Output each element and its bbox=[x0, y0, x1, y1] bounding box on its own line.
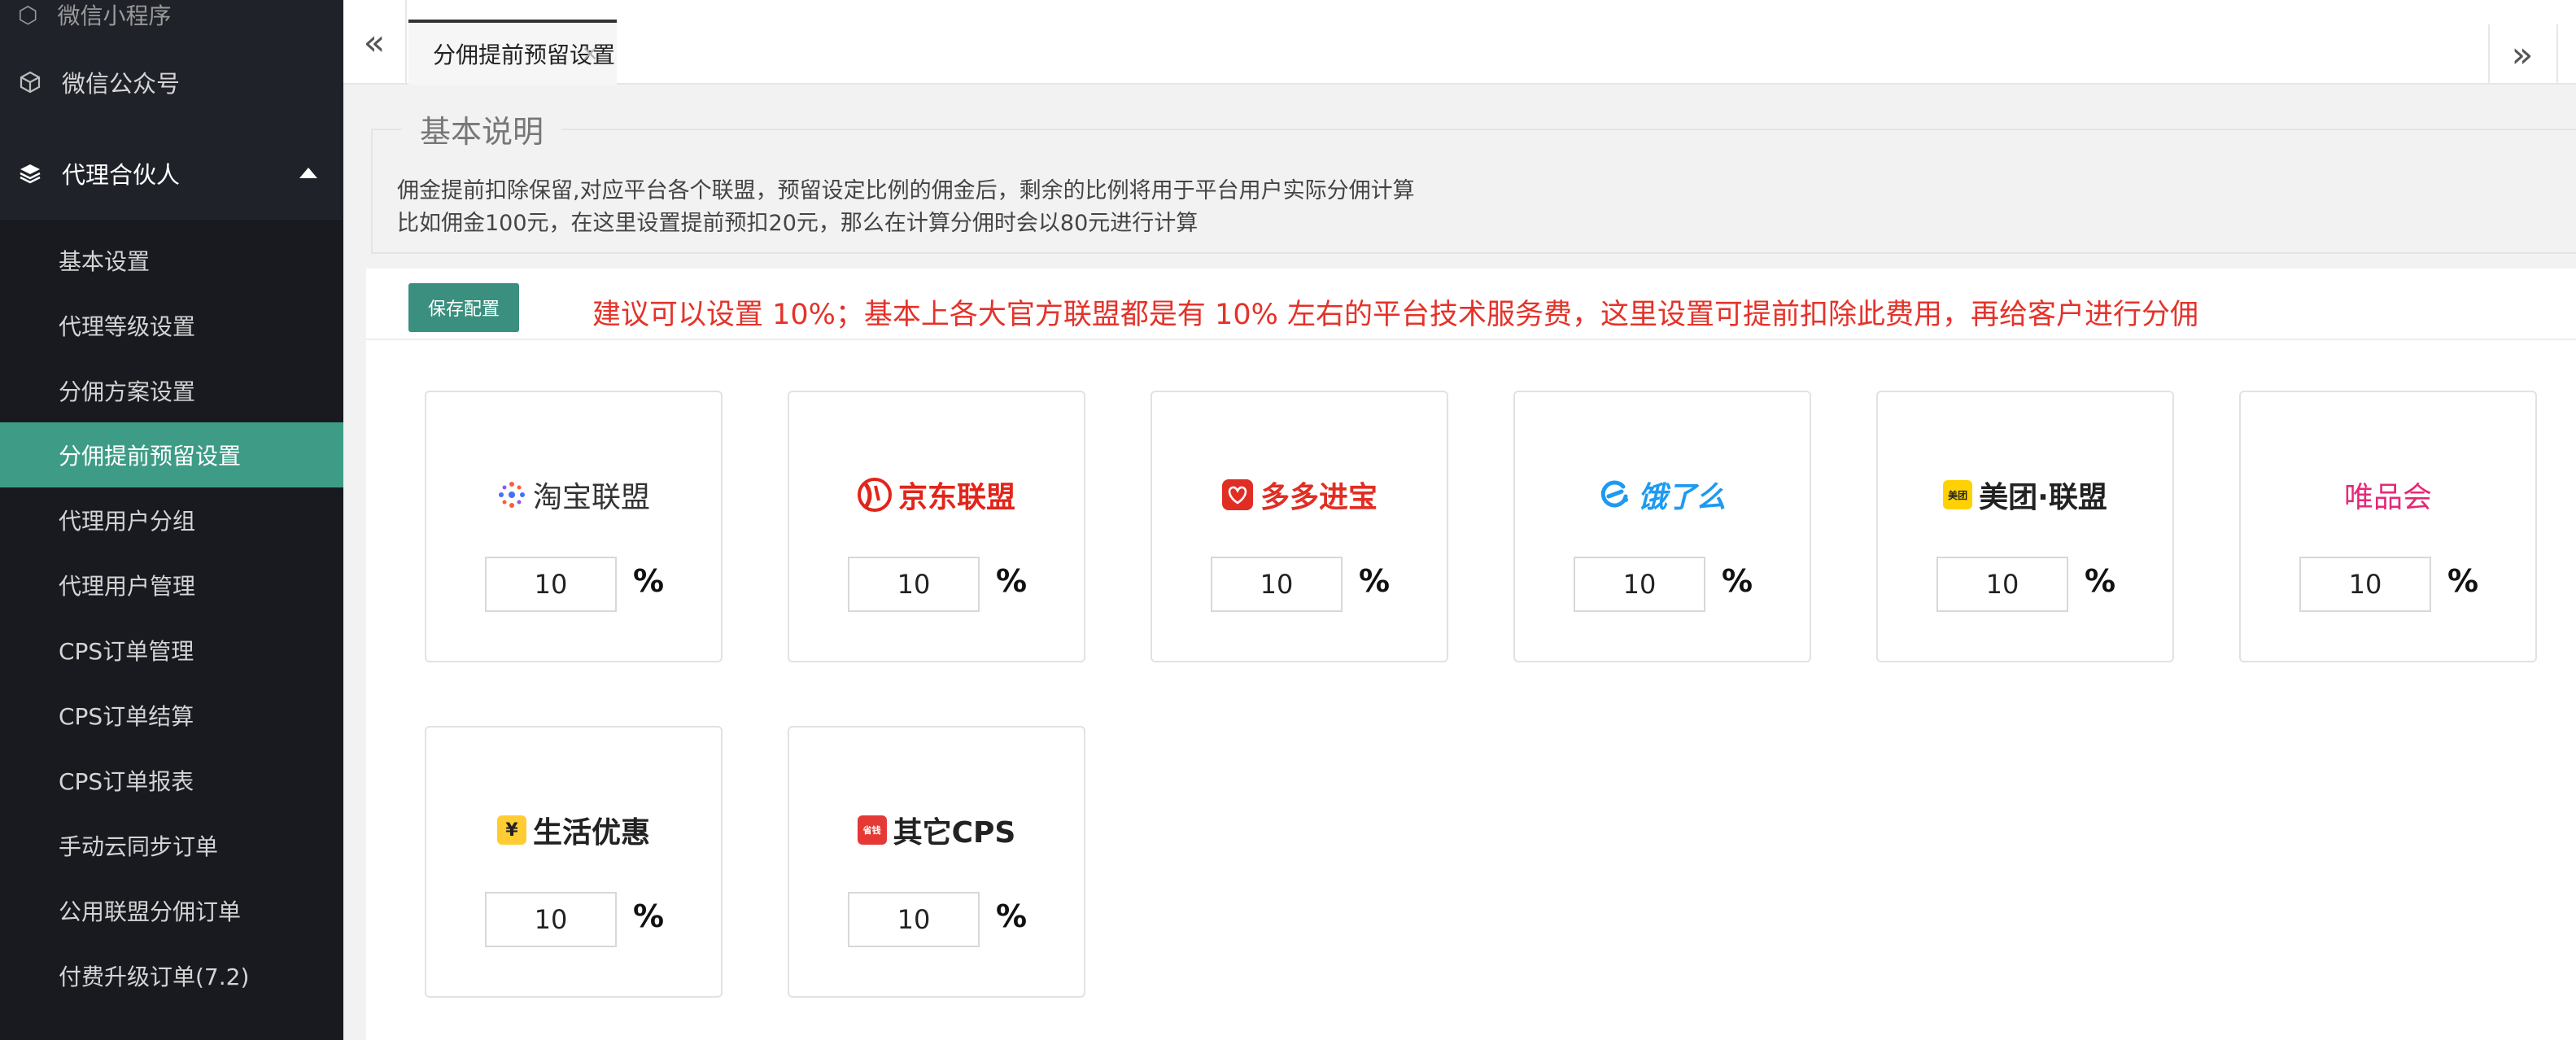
tabs-scroll-right-icon[interactable]: » bbox=[2488, 24, 2555, 85]
sidebar-item-label: CPS订单报表 bbox=[59, 768, 194, 795]
rate-input-life-deals[interactable] bbox=[485, 892, 617, 947]
platform-name: 美团·联盟 bbox=[1979, 481, 2107, 514]
sidebar-item-label: 代理用户管理 bbox=[59, 573, 196, 600]
platform-card-other-cps: 省钱 其它CPS % bbox=[788, 726, 1085, 998]
platform-card-life-deals: ¥ 生活优惠 % bbox=[425, 726, 723, 998]
percent-unit: % bbox=[996, 563, 1028, 599]
sidebar-item-agent-users[interactable]: 代理用户管理 bbox=[0, 553, 343, 618]
rate-input-pdd[interactable] bbox=[1211, 557, 1343, 612]
percent-unit: % bbox=[633, 898, 665, 934]
yuan-icon: ¥ bbox=[496, 815, 526, 845]
save-config-button[interactable]: 保存配置 bbox=[408, 283, 519, 332]
eleme-icon bbox=[1599, 478, 1631, 511]
intro-legend: 基本说明 bbox=[402, 112, 562, 151]
percent-unit: % bbox=[1722, 563, 1753, 599]
rate-input-meituan[interactable] bbox=[1936, 557, 2068, 612]
jd-logo: 京东联盟 bbox=[789, 472, 1084, 518]
sidebar-item-commission-plan[interactable]: 分佣方案设置 bbox=[0, 358, 343, 423]
jd-union-icon bbox=[857, 478, 892, 512]
intro-line-1: 佣金提前扣除保留,对应平台各个联盟，预留设定比例的佣金后，剩余的比例将用于平台用… bbox=[397, 178, 1415, 203]
rate-input-other-cps[interactable] bbox=[848, 892, 980, 947]
platform-name: 京东联盟 bbox=[897, 481, 1015, 514]
eleme-logo: 饿了么 bbox=[1515, 472, 1810, 518]
platform-name: 生活优惠 bbox=[532, 816, 650, 850]
platform-name: 多多进宝 bbox=[1260, 481, 1378, 514]
cube-icon bbox=[18, 70, 42, 94]
platform-name: 淘宝联盟 bbox=[532, 481, 650, 514]
other-cps-logo: 省钱 其它CPS bbox=[789, 807, 1084, 853]
sidebar-item-agent-level[interactable]: 代理等级设置 bbox=[0, 293, 343, 358]
divider bbox=[366, 339, 2576, 340]
sidebar-item-cut-off[interactable]: ⬡ 微信小程序 bbox=[0, 0, 343, 30]
vip-logo: 唯品会 bbox=[2241, 472, 2535, 518]
platform-card-meituan: 美团 美团·联盟 % bbox=[1876, 391, 2174, 662]
rate-input-taobao[interactable] bbox=[485, 557, 617, 612]
sidebar: ⬡ 微信小程序 微信公众号 代理合伙人 基本设置 代理等级设置 分佣方案设置 分… bbox=[0, 0, 343, 1040]
save-money-icon: 省钱 bbox=[857, 815, 887, 845]
sidebar-item-label: 付费升级订单(7.2) bbox=[59, 964, 250, 990]
cube-icon: ⬡ bbox=[18, 1, 38, 28]
tab-commission-reserve[interactable]: 分佣提前预留设置 × bbox=[408, 20, 617, 85]
sidebar-item-label: CPS订单结算 bbox=[59, 703, 194, 730]
platform-card-pdd: 多多进宝 % bbox=[1150, 391, 1448, 662]
platform-card-jd: 京东联盟 % bbox=[788, 391, 1085, 662]
sidebar-item-cps-settlement[interactable]: CPS订单结算 bbox=[0, 683, 343, 748]
tabs-scroll-left-icon[interactable]: « bbox=[343, 0, 407, 85]
percent-unit: % bbox=[633, 563, 665, 599]
sidebar-item-wechat-official[interactable]: 微信公众号 bbox=[0, 37, 343, 127]
sidebar-item-label: 基本设置 bbox=[59, 248, 151, 275]
caret-up-icon bbox=[299, 168, 317, 178]
sidebar-item-basic-settings[interactable]: 基本设置 bbox=[0, 228, 343, 293]
rate-input-jd[interactable] bbox=[848, 557, 980, 612]
pdd-jinbao-icon bbox=[1221, 478, 1254, 511]
meituan-icon: 美团 bbox=[1943, 480, 1973, 509]
sidebar-item-label: 代理用户分组 bbox=[59, 508, 196, 535]
platform-name: 饿了么 bbox=[1637, 481, 1726, 514]
platform-name: 其它CPS bbox=[893, 816, 1016, 850]
percent-unit: % bbox=[1359, 563, 1391, 599]
sidebar-item-label: 微信小程序 bbox=[57, 2, 172, 29]
sidebar-item-agent-partner[interactable]: 代理合伙人 bbox=[0, 129, 343, 218]
intro-line-2: 比如佣金100元，在这里设置提前预扣20元，那么在计算分佣时会以80元进行计算 bbox=[397, 211, 1198, 236]
sidebar-item-cps-report[interactable]: CPS订单报表 bbox=[0, 748, 343, 813]
rate-input-vip[interactable] bbox=[2299, 557, 2431, 612]
percent-unit: % bbox=[2447, 563, 2479, 599]
sidebar-item-label: 代理等级设置 bbox=[59, 313, 196, 340]
tabs-menu-edge[interactable] bbox=[2556, 24, 2576, 85]
sidebar-item-label: CPS订单管理 bbox=[59, 638, 194, 665]
taobao-logo: 淘宝联盟 bbox=[426, 472, 721, 518]
pdd-logo: 多多进宝 bbox=[1152, 472, 1447, 518]
meituan-logo: 美团 美团·联盟 bbox=[1878, 472, 2172, 518]
percent-unit: % bbox=[2085, 563, 2116, 599]
sidebar-item-label: 公用联盟分佣订单 bbox=[59, 898, 242, 925]
sidebar-item-paid-upgrade-orders[interactable]: 付费升级订单(7.2) bbox=[0, 943, 343, 1008]
tab-bar: « 分佣提前预留设置 × » bbox=[343, 0, 2576, 85]
sidebar-item-public-union-orders[interactable]: 公用联盟分佣订单 bbox=[0, 878, 343, 943]
sidebar-item-label: 分佣方案设置 bbox=[59, 378, 196, 405]
platform-card-vip: 唯品会 % bbox=[2239, 391, 2537, 662]
platform-name: 唯品会 bbox=[2343, 481, 2432, 514]
sidebar-item-label: 手动云同步订单 bbox=[59, 833, 219, 860]
platform-card-eleme: 饿了么 % bbox=[1513, 391, 1811, 662]
rate-input-eleme[interactable] bbox=[1574, 557, 1705, 612]
percent-unit: % bbox=[996, 898, 1028, 934]
sidebar-item-agent-groups[interactable]: 代理用户分组 bbox=[0, 487, 343, 553]
sidebar-item-cps-orders[interactable]: CPS订单管理 bbox=[0, 618, 343, 683]
sidebar-item-label: 分佣提前预留设置 bbox=[59, 443, 242, 470]
sidebar-item-label: 微信公众号 bbox=[62, 70, 181, 98]
platform-card-taobao: 淘宝联盟 % bbox=[425, 391, 723, 662]
sidebar-item-commission-reserve[interactable]: 分佣提前预留设置 bbox=[0, 422, 343, 487]
layers-icon bbox=[18, 161, 42, 186]
life-deals-logo: ¥ 生活优惠 bbox=[426, 807, 721, 853]
sidebar-item-label: 代理合伙人 bbox=[62, 161, 181, 189]
taobao-union-icon bbox=[497, 480, 526, 509]
close-icon[interactable]: × bbox=[581, 42, 599, 66]
sidebar-item-cloud-sync[interactable]: 手动云同步订单 bbox=[0, 813, 343, 878]
recommendation-notice: 建议可以设置 10%；基本上各大官方联盟都是有 10% 左右的平台技术服务费，这… bbox=[592, 299, 2198, 331]
